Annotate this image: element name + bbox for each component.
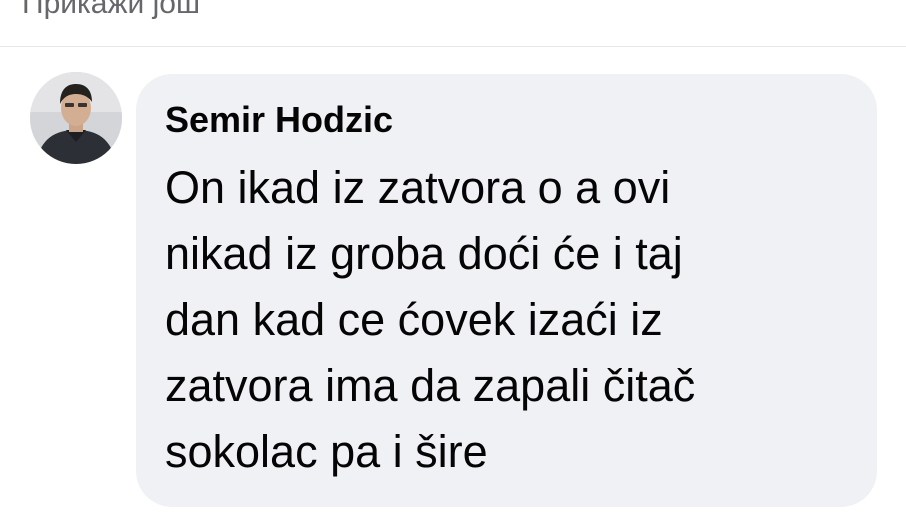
- comment-text: On ikad iz zatvora o a ovi nikad iz grob…: [165, 155, 805, 485]
- comment-line: dan kad ce ćovek izaći iz: [165, 294, 663, 345]
- comment-line: zatvora ima da zapali čitač: [165, 360, 696, 411]
- avatar[interactable]: [30, 72, 122, 164]
- divider: [0, 46, 906, 47]
- show-more-link[interactable]: Прикажи још: [22, 0, 200, 22]
- comment-line: nikad iz groba doći će i taj: [165, 228, 683, 279]
- comment-line: sokolac pa i šire: [165, 426, 488, 477]
- comment-line: On ikad iz zatvora o a ovi: [165, 162, 671, 213]
- comment-bubble: Semir Hodzic On ikad iz zatvora o a ovi …: [136, 74, 877, 507]
- avatar-photo: [30, 72, 122, 164]
- comment-author[interactable]: Semir Hodzic: [165, 97, 847, 143]
